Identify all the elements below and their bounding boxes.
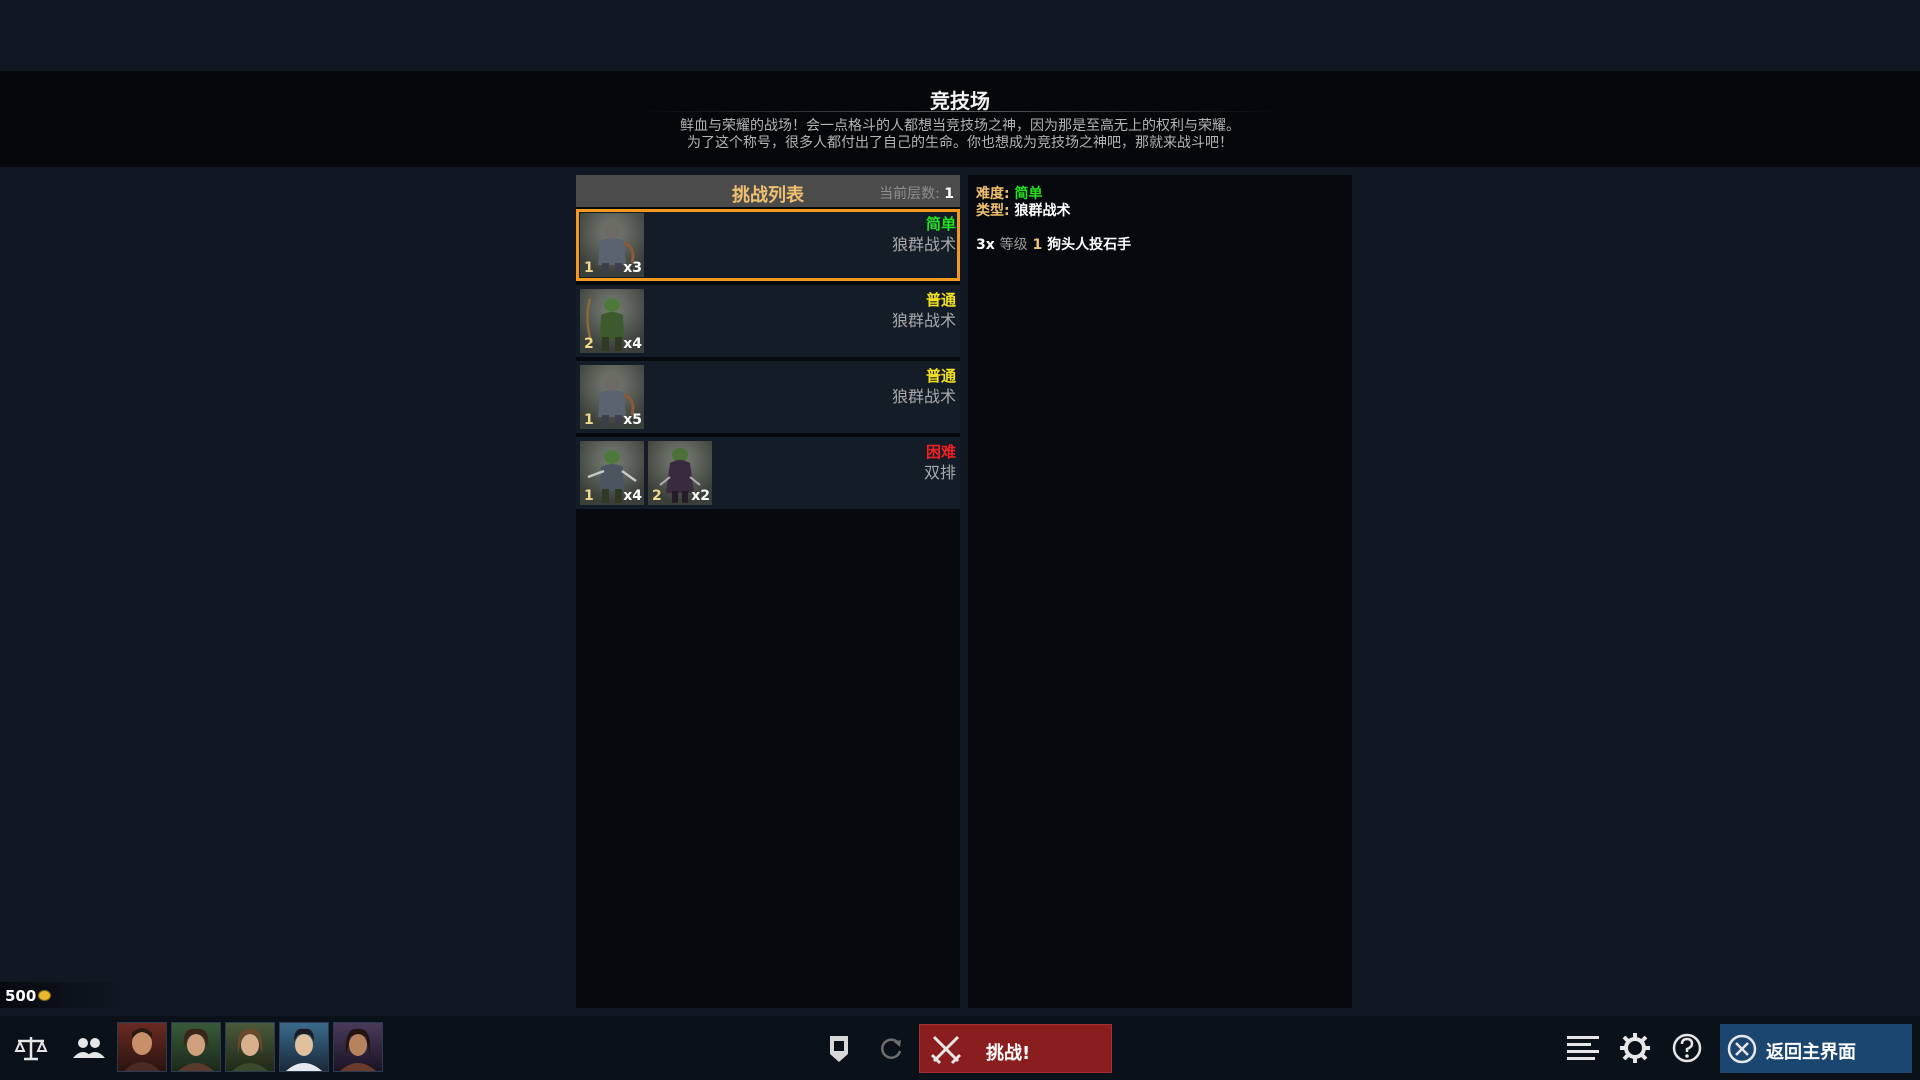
log-icon xyxy=(1567,1036,1599,1060)
enemy-level: 1 xyxy=(584,260,594,276)
detail-enemy-name: 狗头人投石手 xyxy=(1047,237,1132,253)
enemy-count: x3 xyxy=(623,260,642,276)
enemy-level: 2 xyxy=(584,336,594,352)
hero-portrait-2-art xyxy=(178,1028,214,1071)
enemy-level: 1 xyxy=(584,488,594,504)
challenge-list-header: 挑战列表 当前层数: 1 xyxy=(576,175,960,207)
challenge-type: 狼群战术 xyxy=(891,235,956,254)
return-button-label: 返回主界面 xyxy=(1766,1042,1856,1063)
hero-portrait-1-art xyxy=(124,1028,160,1071)
gear-icon xyxy=(1620,1033,1650,1063)
enemy-thumbnail: 1 x4 xyxy=(580,441,644,505)
challenge-row[interactable]: 1 x4 2 x2 困难 双排 xyxy=(576,437,960,509)
detail-type-value: 狼群战术 xyxy=(1014,203,1071,219)
description-line-1: 鲜血与荣耀的战场！会一点格斗的人都想当竞技场之神，因为那是至高无上的权利与荣耀。 xyxy=(680,118,1240,134)
challenge-detail-panel: 难度: 简单 类型: 狼群战术 3x 等级 1 狗头人投石手 xyxy=(968,175,1352,1008)
hero-portrait-3-art xyxy=(232,1028,268,1071)
challenge-button[interactable]: 挑战! xyxy=(919,1024,1112,1073)
detail-enemy-count: 3x xyxy=(976,237,995,253)
log-button[interactable] xyxy=(1564,1030,1602,1066)
scales-button[interactable] xyxy=(12,1030,50,1066)
page-title: 竞技场 xyxy=(930,89,990,113)
party-icon xyxy=(73,1038,105,1058)
enemy-thumbnail: 2 x4 xyxy=(580,289,644,353)
gold-coin-icon xyxy=(38,990,51,1001)
current-floor: 当前层数: 1 xyxy=(879,183,954,203)
challenge-row[interactable]: 2 x4 普通 狼群战术 xyxy=(576,285,960,357)
help-button[interactable] xyxy=(1668,1030,1706,1066)
hero-portrait-1[interactable] xyxy=(117,1022,167,1072)
current-floor-value: 1 xyxy=(944,186,954,202)
challenge-type: 狼群战术 xyxy=(891,311,956,330)
gold-amount: 500 xyxy=(5,987,37,1005)
formation-button[interactable] xyxy=(820,1030,858,1066)
help-icon xyxy=(1672,1033,1702,1063)
current-floor-label: 当前层数: xyxy=(879,186,940,202)
enemy-level: 2 xyxy=(652,488,662,504)
challenge-list-panel: 挑战列表 当前层数: 1 1 x3 简单 狼群战术 2 x4 普通 狼群战术 1… xyxy=(576,175,960,1008)
enemy-count: x5 xyxy=(623,412,642,428)
crossed-swords-icon xyxy=(930,1035,962,1065)
hero-portrait-4-art xyxy=(286,1028,322,1071)
enemy-thumbnail: 1 x3 xyxy=(580,213,644,277)
arena-description: 鲜血与荣耀的战场！会一点格斗的人都想当竞技场之神，因为那是至高无上的权利与荣耀。… xyxy=(0,118,1920,152)
enemy-thumbnail: 2 x2 xyxy=(648,441,712,505)
hero-portrait-4[interactable] xyxy=(279,1022,329,1072)
enemy-count: x2 xyxy=(691,488,710,504)
enemy-thumbnail: 1 x5 xyxy=(580,365,644,429)
challenge-button-label: 挑战! xyxy=(986,1043,1031,1064)
settings-button[interactable] xyxy=(1616,1030,1654,1066)
challenge-type: 双排 xyxy=(923,463,956,482)
return-to-main-button[interactable]: 返回主界面 xyxy=(1720,1024,1912,1073)
close-circle-icon xyxy=(1727,1034,1757,1064)
hero-portrait-5[interactable] xyxy=(333,1022,383,1072)
title-divider xyxy=(640,111,1280,112)
enemy-count: x4 xyxy=(623,488,642,504)
scales-icon xyxy=(14,1037,48,1061)
challenge-row[interactable]: 1 x5 普通 狼群战术 xyxy=(576,361,960,433)
hero-portrait-3[interactable] xyxy=(225,1022,275,1072)
enemy-count: x4 xyxy=(623,336,642,352)
detail-enemy-line: 3x 等级 1 狗头人投石手 xyxy=(976,234,1131,254)
arena-banner: 竞技场 鲜血与荣耀的战场！会一点格斗的人都想当竞技场之神，因为那是至高无上的权利… xyxy=(0,71,1920,167)
enemy-level: 1 xyxy=(584,412,594,428)
refresh-icon xyxy=(881,1038,902,1059)
hero-portrait-5-art xyxy=(340,1028,376,1071)
detail-enemy-level: 1 xyxy=(1032,237,1043,253)
refresh-button[interactable] xyxy=(872,1030,910,1066)
challenge-row[interactable]: 1 x3 简单 狼群战术 xyxy=(576,209,960,281)
challenge-type: 狼群战术 xyxy=(891,387,956,406)
detail-type-label: 类型: xyxy=(976,203,1010,219)
hero-portrait-2[interactable] xyxy=(171,1022,221,1072)
gold-display: 500 xyxy=(0,982,130,1008)
party-button[interactable] xyxy=(69,1030,107,1066)
detail-enemy-level-label: 等级 xyxy=(999,237,1028,253)
detail-type: 类型: 狼群战术 xyxy=(976,200,1070,220)
formation-icon xyxy=(830,1036,848,1062)
description-line-2: 为了这个称号，很多人都付出了自己的生命。你也想成为竞技场之神吧，那就来战斗吧！ xyxy=(687,135,1233,151)
